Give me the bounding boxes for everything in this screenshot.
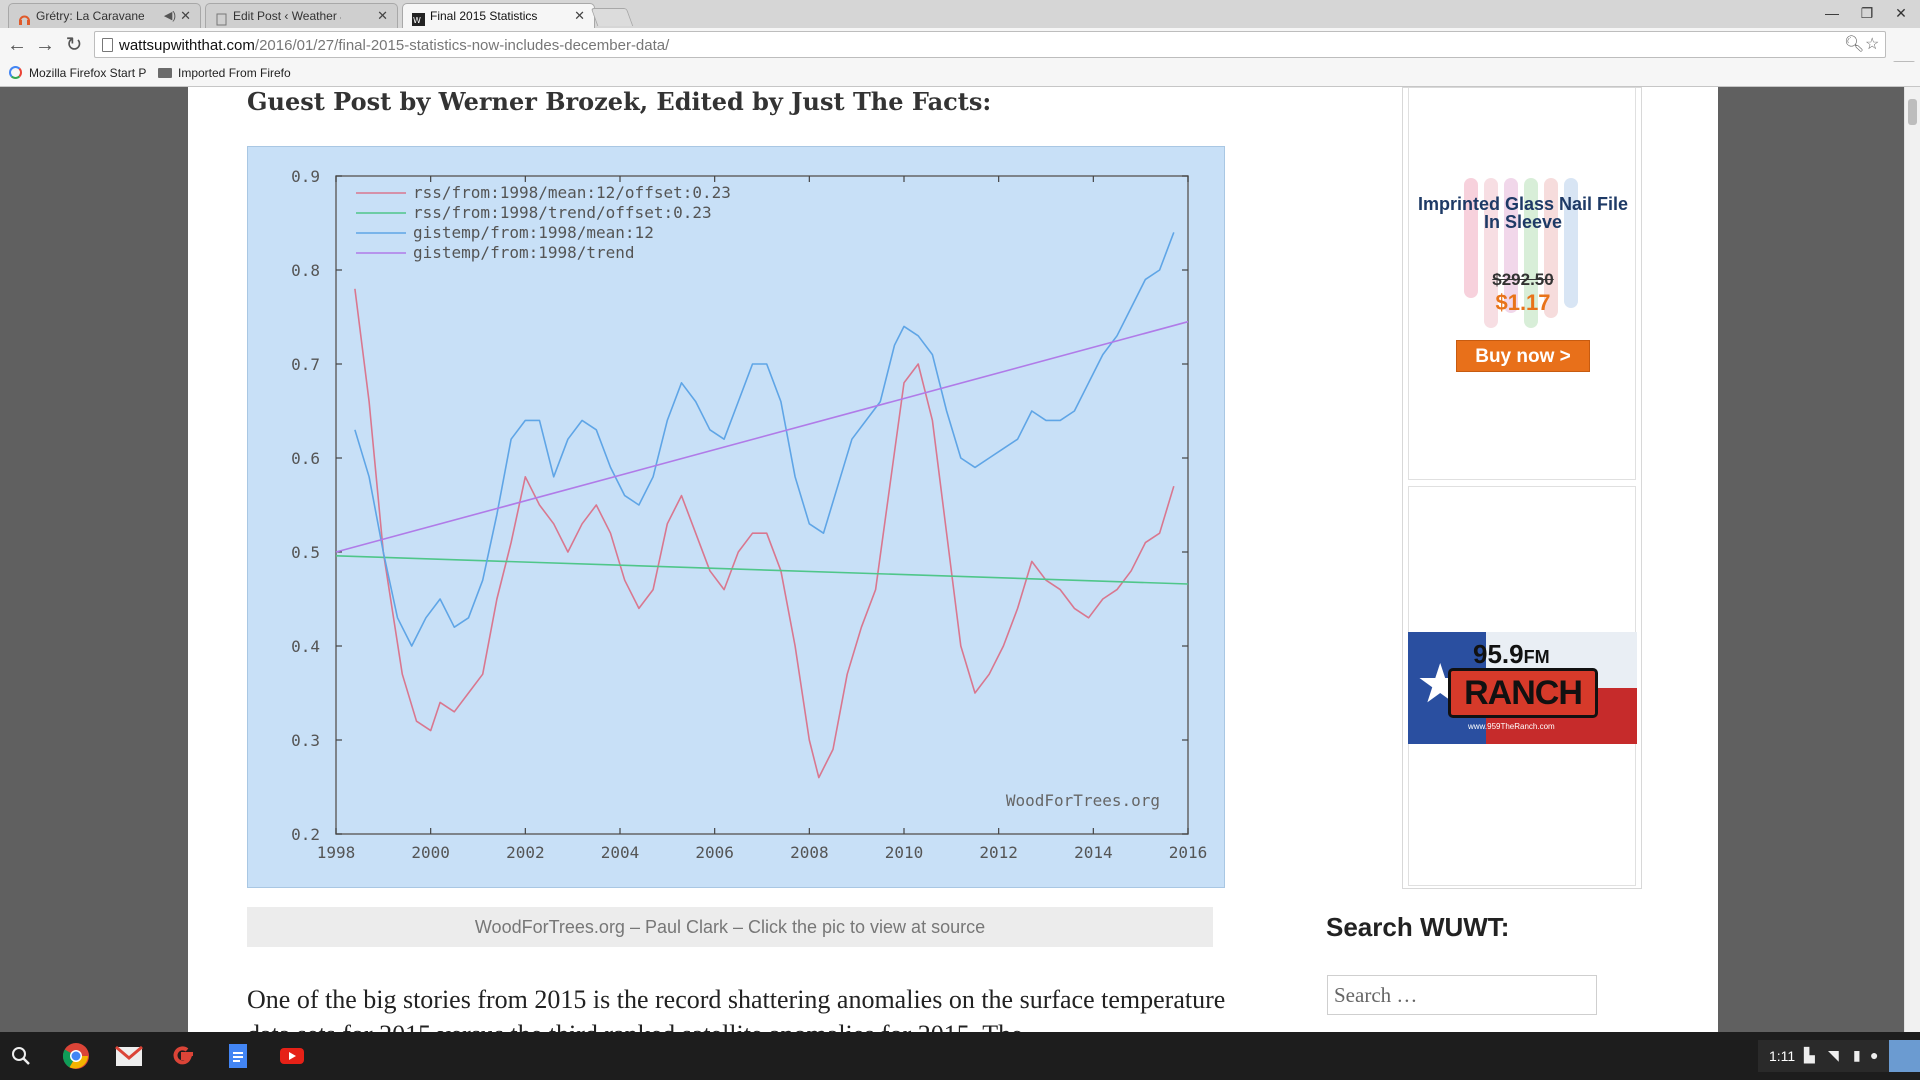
wuwt-icon: W bbox=[412, 10, 425, 26]
legend-label-1: rss/from:1998/mean:12/offset:0.23 bbox=[413, 183, 731, 202]
y-tick-label: 0.8 bbox=[291, 261, 320, 280]
ad-product-name: Imprinted Glass Nail File In Sleeve bbox=[1417, 194, 1629, 232]
clock: 1:11 bbox=[1769, 1048, 1796, 1064]
chart-watermark: WoodForTrees.org bbox=[1006, 791, 1160, 810]
y-tick-label: 0.5 bbox=[291, 543, 320, 562]
chart-image[interactable]: 1998 2000 2002 2004 2006 2008 2010 2012 2014 2016… bbox=[247, 146, 1225, 888]
address-bar[interactable]: wattsupwiththat.com/2016/01/27/final-201… bbox=[94, 31, 1886, 58]
legend-label-3: gistemp/from:1998/mean:12 bbox=[413, 223, 654, 242]
x-tick-label: 2008 bbox=[790, 843, 829, 862]
y-tick-label: 0.6 bbox=[291, 449, 320, 468]
radio-ad[interactable]: ★ 95.9FM RANCH www.959TheRanch.com bbox=[1408, 486, 1637, 886]
restore-icon[interactable]: ❐ bbox=[1852, 2, 1882, 24]
star-icon[interactable]: ☆ bbox=[1865, 34, 1879, 54]
folder-icon bbox=[158, 68, 172, 78]
close-icon[interactable]: ✕ bbox=[574, 4, 585, 28]
close-window-icon[interactable]: ✕ bbox=[1886, 2, 1916, 24]
legend-label-2: rss/from:1998/trend/offset:0.23 bbox=[413, 203, 712, 222]
tab-final-2015[interactable]: W Final 2015 Statistics (Nov ✕ bbox=[402, 3, 595, 29]
scrollbar[interactable] bbox=[1904, 87, 1920, 1032]
tab-title: Edit Post ‹ Weather and S bbox=[233, 9, 341, 23]
search-input[interactable] bbox=[1327, 975, 1597, 1015]
zoom-icon[interactable]: 🔍︎ bbox=[1844, 34, 1864, 54]
tab-gretry[interactable]: Grétry: La Caravane du ◀) ✕ bbox=[8, 3, 201, 28]
google-icon bbox=[9, 66, 22, 79]
search-icon[interactable] bbox=[9, 1044, 33, 1068]
gmail-icon[interactable] bbox=[114, 1041, 144, 1071]
tab-edit-post[interactable]: Edit Post ‹ Weather and S ✕ bbox=[205, 3, 398, 28]
avatar bbox=[1889, 1040, 1920, 1072]
x-tick-label: 2010 bbox=[885, 843, 924, 862]
ranch-logo: ★ 95.9FM RANCH www.959TheRanch.com bbox=[1408, 632, 1637, 744]
x-tick-label: 2000 bbox=[411, 843, 450, 862]
back-icon[interactable]: ← bbox=[4, 32, 30, 58]
tab-title: Grétry: La Caravane du bbox=[36, 9, 144, 23]
svg-text:W: W bbox=[413, 16, 421, 25]
page-icon bbox=[215, 10, 228, 26]
radio-name: RANCH bbox=[1448, 668, 1598, 718]
bookmark-imported-folder[interactable]: Imported From Firefo bbox=[158, 66, 291, 80]
close-icon[interactable]: ✕ bbox=[377, 4, 388, 28]
page-icon bbox=[102, 38, 113, 52]
y-tick-label: 0.3 bbox=[291, 731, 320, 750]
youtube-icon[interactable] bbox=[277, 1041, 307, 1071]
y-tick-label: 0.4 bbox=[291, 637, 320, 656]
y-tick-label: 0.2 bbox=[291, 825, 320, 844]
speaker-icon[interactable]: ◀) bbox=[164, 4, 176, 28]
plot-frame bbox=[335, 175, 1189, 835]
chart-caption: WoodForTrees.org – Paul Clark – Click th… bbox=[247, 907, 1213, 947]
os-shelf: 1:11 ▙ ◥ ▮ ● bbox=[0, 1032, 1920, 1080]
x-tick-label: 2016 bbox=[1169, 843, 1208, 862]
user-icon: ● bbox=[1870, 1047, 1879, 1063]
headphones-icon bbox=[18, 10, 31, 25]
temperature-chart: 1998 2000 2002 2004 2006 2008 2010 2012 2014 2016… bbox=[291, 167, 1208, 862]
sidebar-ads: Imprinted Glass Nail File In Sleeve $292… bbox=[1402, 87, 1642, 889]
y-tick-label: 0.7 bbox=[291, 355, 320, 374]
x-tick-label: 2002 bbox=[506, 843, 545, 862]
battery-icon: ▮ bbox=[1853, 1047, 1861, 1063]
browser-window: Grétry: La Caravane du ◀) ✕ Edit Post ‹ … bbox=[0, 0, 1920, 1032]
scrollbar-thumb[interactable] bbox=[1908, 99, 1917, 125]
docs-icon[interactable] bbox=[223, 1041, 253, 1071]
x-tick-label: 2014 bbox=[1074, 843, 1113, 862]
x-tick-label: 2006 bbox=[695, 843, 734, 862]
new-tab-button[interactable] bbox=[590, 8, 634, 26]
close-icon[interactable]: ✕ bbox=[180, 4, 191, 28]
status-area[interactable]: 1:11 ▙ ◥ ▮ ● bbox=[1758, 1040, 1920, 1072]
page-content: Guest Post by Werner Brozek, Edited by J… bbox=[188, 87, 1718, 1032]
bookmark-label: Mozilla Firefox Start P bbox=[29, 66, 147, 80]
bookmarks-bar: Mozilla Firefox Start P Imported From Fi… bbox=[0, 62, 1920, 87]
bookmark-mozilla-start[interactable]: Mozilla Firefox Start P bbox=[9, 66, 146, 80]
x-tick-label: 2012 bbox=[979, 843, 1018, 862]
ad-new-price: $1.17 bbox=[1495, 290, 1551, 315]
radio-site: www.959TheRanch.com bbox=[1468, 722, 1555, 731]
toolbar: ← → ↻ wattsupwiththat.com/2016/01/27/fin… bbox=[0, 28, 1920, 83]
nail-file-ad[interactable]: Imprinted Glass Nail File In Sleeve $292… bbox=[1408, 88, 1636, 480]
search-heading: Search WUWT: bbox=[1326, 912, 1510, 942]
page-viewport: Guest Post by Werner Brozek, Edited by J… bbox=[0, 87, 1904, 1032]
ad-old-price: $292.50 bbox=[1492, 270, 1554, 289]
forward-icon[interactable]: → bbox=[32, 32, 58, 58]
article-body: One of the big stories from 2015 is the … bbox=[247, 985, 1226, 1032]
chrome-icon[interactable] bbox=[61, 1041, 91, 1071]
buy-now-button[interactable]: Buy now > bbox=[1456, 340, 1590, 372]
radio-frequency: 95.9FM bbox=[1473, 639, 1550, 669]
legend-label-4: gistemp/from:1998/trend bbox=[413, 243, 635, 262]
google-icon[interactable] bbox=[168, 1041, 198, 1071]
x-tick-label: 2004 bbox=[601, 843, 640, 862]
tab-title: Final 2015 Statistics (Nov bbox=[430, 9, 538, 23]
network-icon: ▙ bbox=[1804, 1047, 1815, 1063]
wifi-icon: ◥ bbox=[1828, 1047, 1839, 1063]
bookmark-label: Imported From Firefo bbox=[178, 66, 291, 80]
y-tick-label: 0.9 bbox=[291, 167, 320, 186]
minimize-icon[interactable]: — bbox=[1817, 2, 1847, 24]
x-tick-label: 1998 bbox=[317, 843, 356, 862]
tab-strip: Grétry: La Caravane du ◀) ✕ Edit Post ‹ … bbox=[0, 0, 1920, 29]
url-text: wattsupwiththat.com/2016/01/27/final-201… bbox=[119, 37, 670, 54]
reload-icon[interactable]: ↻ bbox=[61, 32, 87, 58]
post-intro: Guest Post by Werner Brozek, Edited by J… bbox=[247, 87, 992, 116]
